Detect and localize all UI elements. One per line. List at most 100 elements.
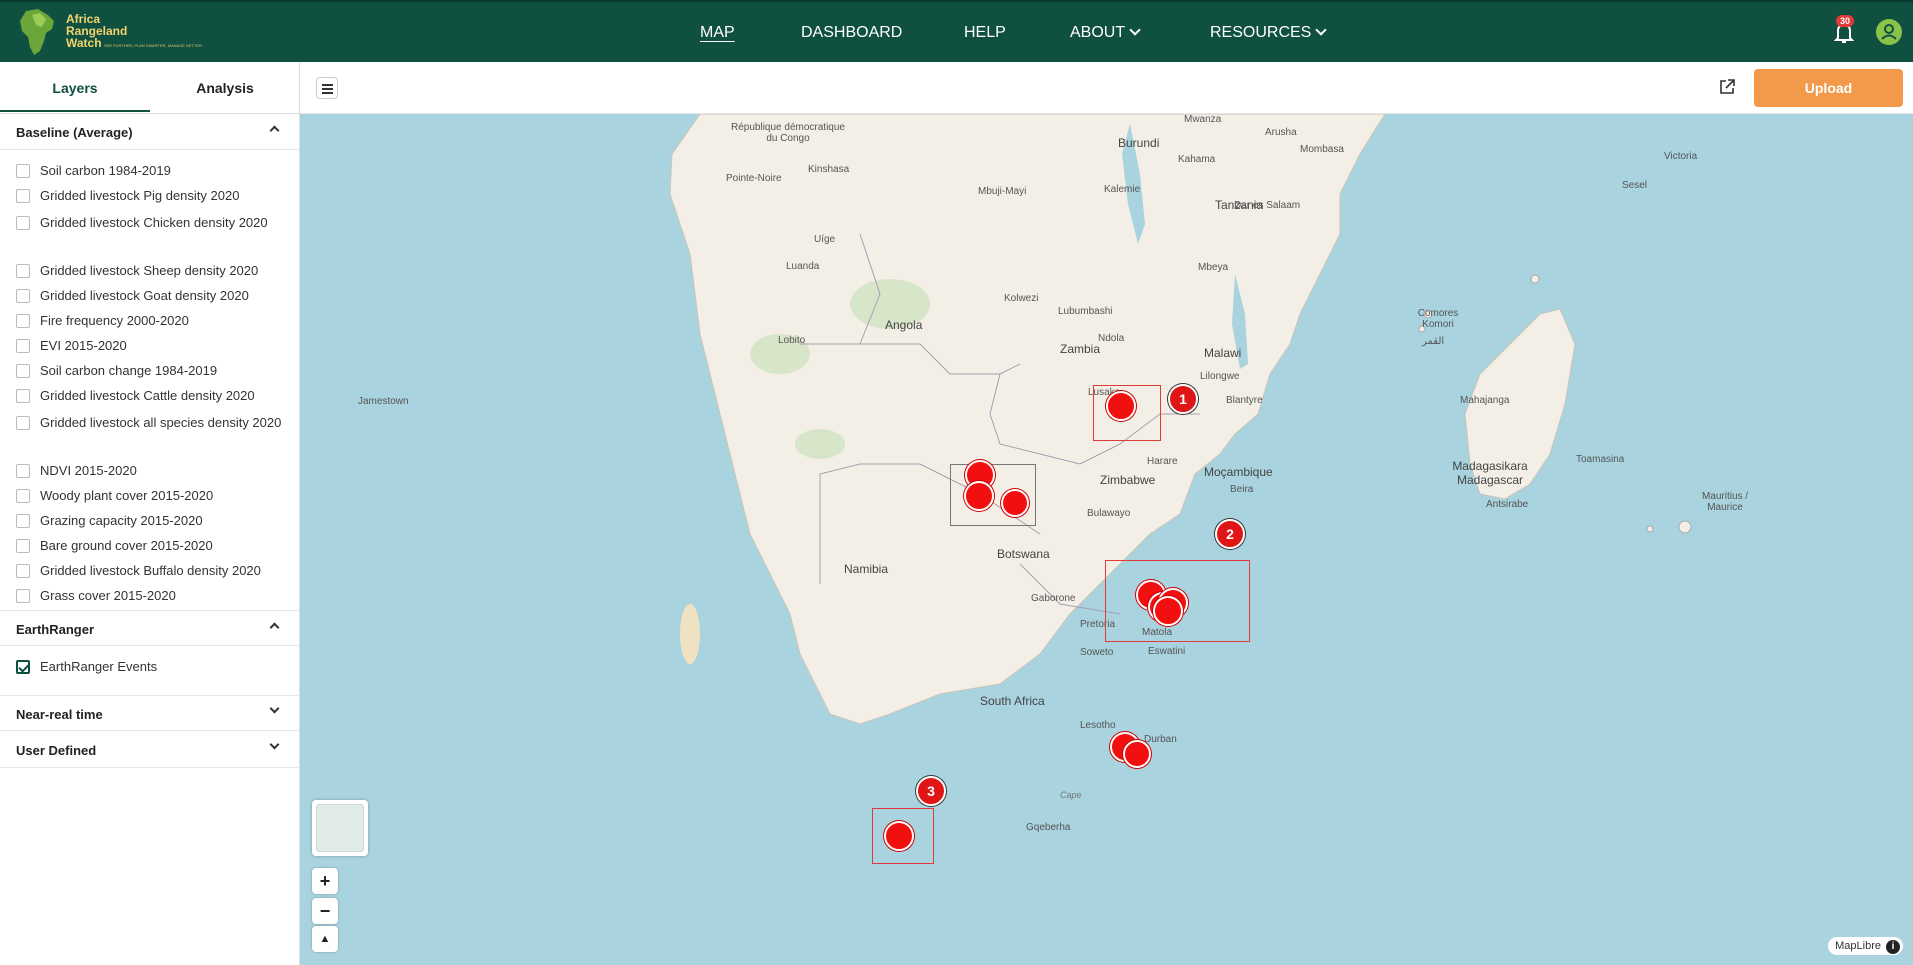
layer-label: Gridded livestock Chicken density 2020 — [40, 215, 268, 230]
nav-help[interactable]: HELP — [964, 24, 1006, 42]
upload-button[interactable]: Upload — [1754, 69, 1903, 107]
label-blantyre: Blantyre — [1226, 395, 1263, 406]
open-external-icon[interactable] — [1718, 78, 1736, 96]
layer-label: Gridded livestock Pig density 2020 — [40, 188, 240, 203]
event-marker[interactable] — [1123, 740, 1151, 768]
label-south-africa: South Africa — [980, 694, 1045, 708]
basemap-thumbnail — [316, 804, 364, 852]
label-zimbabwe: Zimbabwe — [1100, 473, 1156, 487]
label-arusha: Arusha — [1265, 127, 1297, 138]
layer-label: NDVI 2015-2020 — [40, 463, 137, 478]
layer-checkbox[interactable] — [16, 364, 30, 378]
layer-label: Grazing capacity 2015-2020 — [40, 513, 203, 528]
layer-label: Soil carbon change 1984-2019 — [40, 363, 218, 378]
layer-label: Gridded livestock Sheep density 2020 — [40, 263, 259, 278]
chevron-down-icon — [269, 703, 280, 714]
layer-checkbox[interactable] — [16, 216, 30, 230]
map-basemap — [669, 114, 1692, 725]
chevron-down-icon — [269, 739, 280, 750]
label-uige: Uíge — [814, 234, 836, 245]
label-soweto: Soweto — [1080, 647, 1114, 658]
nav-map[interactable]: MAP — [700, 24, 735, 42]
section-earthranger-title: EarthRanger — [16, 622, 95, 637]
label-kalemie: Kalemie — [1104, 184, 1141, 195]
layer-checkbox[interactable] — [16, 314, 30, 328]
section-near-real-time-title: Near-real time — [16, 707, 103, 722]
tab-analysis[interactable]: Analysis — [150, 62, 300, 114]
layer-checkbox[interactable] — [16, 339, 30, 353]
label-comores-ar: القمر — [1422, 336, 1445, 347]
layer-checkbox[interactable] — [16, 164, 30, 178]
zoom-out-button[interactable]: − — [312, 898, 338, 924]
event-marker[interactable] — [1106, 391, 1136, 421]
notification-count-badge: 30 — [1836, 15, 1855, 27]
nav-resources[interactable]: RESOURCES — [1210, 24, 1328, 42]
section-near-real-time-header[interactable]: Near-real time — [0, 695, 300, 731]
section-baseline-title: Baseline (Average) — [16, 125, 133, 140]
layer-checkbox[interactable] — [16, 389, 30, 403]
layer-label: Gridded livestock Buffalo density 2020 — [40, 563, 261, 578]
label-kolwezi: Kolwezi — [1004, 293, 1039, 304]
label-cape: Cape — [1060, 790, 1082, 800]
layer-label: Woody plant cover 2015-2020 — [40, 488, 214, 503]
section-user-defined-header[interactable]: User Defined — [0, 732, 300, 768]
user-icon — [1881, 24, 1897, 40]
label-madagascar: Madagasikara Madagascar — [1452, 459, 1528, 487]
label-jamestown: Jamestown — [358, 396, 409, 407]
label-gqeberha: Gqeberha — [1026, 822, 1071, 833]
layer-checkbox[interactable] — [16, 539, 30, 553]
zoom-in-button[interactable]: + — [312, 868, 338, 894]
label-beira: Beira — [1230, 484, 1254, 495]
layer-checkbox[interactable] — [16, 464, 30, 478]
africa-map-logo-icon — [20, 9, 54, 55]
basemap-switcher-button[interactable] — [312, 800, 368, 856]
label-kinshasa: Kinshasa — [808, 164, 850, 175]
layer-checkbox[interactable] — [16, 589, 30, 603]
label-pointe-noire: Pointe-Noire — [726, 173, 782, 184]
layer-checkbox[interactable] — [16, 489, 30, 503]
label-mauritius: Mauritius / Maurice — [1701, 491, 1749, 513]
layer-label: Bare ground cover 2015-2020 — [40, 538, 213, 553]
map-canvas[interactable]: République démocratique du Congo Burundi… — [300, 114, 1913, 965]
layer-checkbox[interactable] — [16, 289, 30, 303]
label-durban: Durban — [1144, 734, 1177, 745]
label-mocambique: Moçambique — [1204, 465, 1273, 479]
layer-checkbox[interactable] — [16, 564, 30, 578]
cluster-badge[interactable]: 2 — [1215, 519, 1245, 549]
layer-checkbox[interactable] — [16, 189, 30, 203]
cluster-badge[interactable]: 3 — [916, 776, 946, 806]
layer-checkbox[interactable] — [16, 416, 30, 430]
event-marker[interactable] — [1001, 489, 1029, 517]
layer-checkbox[interactable] — [16, 514, 30, 528]
label-antsirabe: Antsirabe — [1486, 499, 1529, 510]
cluster-badge[interactable]: 1 — [1168, 384, 1198, 414]
label-eswatini: Eswatini — [1148, 646, 1186, 657]
user-avatar[interactable] — [1876, 19, 1902, 45]
layer-label: Soil carbon 1984-2019 — [40, 163, 171, 178]
map-attribution[interactable]: MapLibre i — [1828, 937, 1903, 955]
label-zambia: Zambia — [1060, 342, 1101, 356]
section-earthranger-header[interactable]: EarthRanger — [0, 610, 300, 646]
compass-reset-button[interactable]: ▲ — [312, 926, 338, 952]
nav-resources-label: RESOURCES — [1210, 24, 1312, 41]
event-marker[interactable] — [884, 821, 914, 851]
label-gaborone: Gaborone — [1031, 593, 1076, 604]
toggle-sidebar-button[interactable] — [316, 77, 338, 99]
nav-dashboard[interactable]: DASHBOARD — [801, 24, 902, 42]
africa-rangeland-watch-logo[interactable]: Africa Rangeland Watch SEE FURTHER, PLAN… — [18, 7, 202, 59]
layer-checkbox[interactable] — [16, 660, 30, 674]
event-marker[interactable] — [964, 481, 994, 511]
layers-sidebar: Layers Analysis Baseline (Average) Soil … — [0, 62, 300, 965]
hamburger-line — [322, 84, 333, 86]
label-mahajanga: Mahajanga — [1460, 395, 1510, 406]
label-namibia: Namibia — [844, 562, 889, 576]
event-marker[interactable] — [1153, 596, 1183, 626]
nav-about[interactable]: ABOUT — [1070, 24, 1141, 42]
section-baseline-header[interactable]: Baseline (Average) — [0, 114, 300, 150]
layer-checkbox[interactable] — [16, 264, 30, 278]
label-mwanza: Mwanza — [1184, 114, 1222, 125]
info-icon[interactable]: i — [1886, 940, 1900, 954]
label-ndola: Ndola — [1098, 333, 1125, 344]
tab-layers[interactable]: Layers — [0, 62, 150, 112]
chevron-down-icon — [1315, 24, 1328, 36]
